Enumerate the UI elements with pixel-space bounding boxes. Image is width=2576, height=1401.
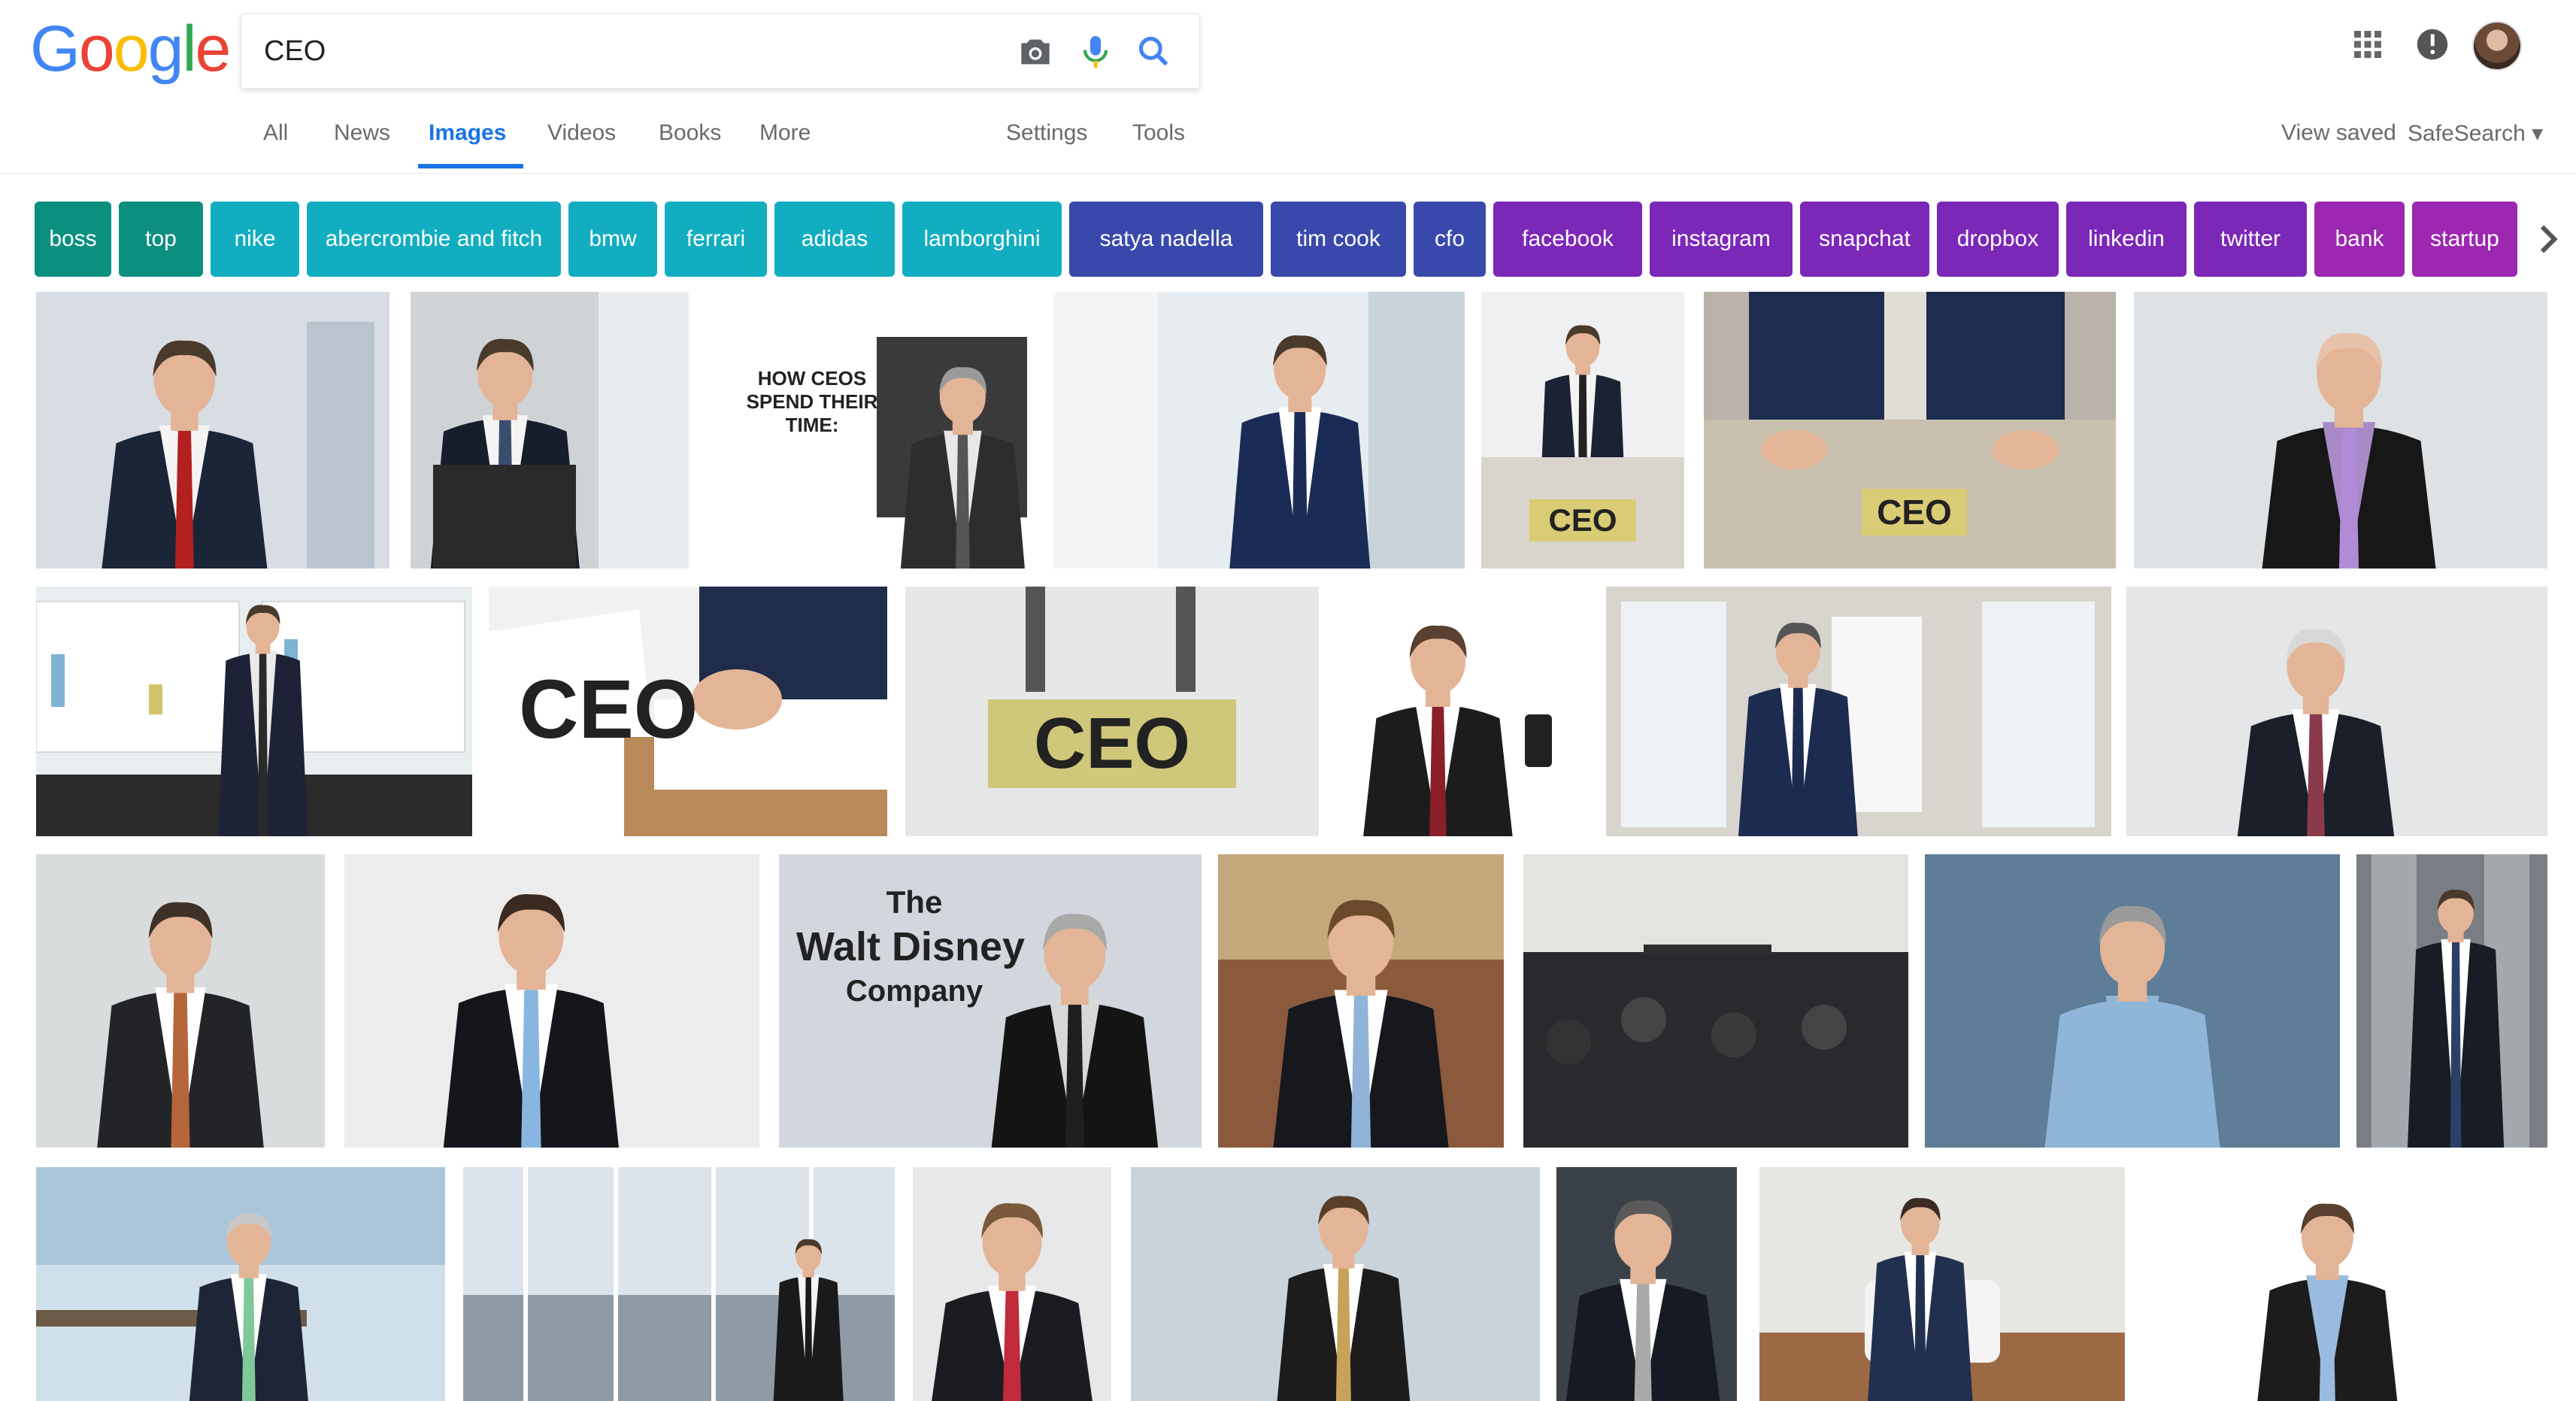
image-result[interactable] [1606, 587, 2111, 836]
logo-letter: o [113, 13, 150, 85]
related-search-chip[interactable]: ferrari [665, 202, 767, 277]
chevron-right-icon [2540, 225, 2558, 253]
related-search-chip[interactable]: linkedin [2066, 202, 2187, 277]
image-result[interactable] [1218, 854, 1504, 1148]
search-input[interactable]: CEO [264, 35, 326, 68]
related-search-chip[interactable]: dropbox [1937, 202, 2059, 277]
related-search-chip[interactable]: tim cook [1271, 202, 1406, 277]
camera-icon[interactable] [1014, 31, 1056, 73]
related-search-chip[interactable]: adidas [774, 202, 895, 277]
tools-link[interactable]: Tools [1132, 120, 1185, 146]
image-result[interactable]: The Walt Disney Company [779, 854, 1202, 1148]
tab-videos[interactable]: Videos [547, 120, 616, 146]
image-result[interactable] [344, 854, 759, 1148]
image-result[interactable] [36, 854, 325, 1148]
settings-link[interactable]: Settings [1006, 120, 1087, 146]
image-result[interactable] [1523, 854, 1908, 1148]
related-search-chip[interactable]: snapchat [1800, 202, 1929, 277]
image-result[interactable] [1053, 292, 1465, 569]
notifications-icon[interactable] [2412, 24, 2453, 65]
image-caption: HOW CEOS SPEND THEIR TIME: [746, 367, 878, 436]
image-result[interactable] [36, 292, 389, 569]
image-result[interactable] [2126, 587, 2547, 836]
image-result[interactable]: CEO [489, 587, 887, 836]
tab-news[interactable]: News [334, 120, 390, 146]
ceo-sign: CEO [1862, 489, 1967, 535]
related-search-chip[interactable]: cfo [1414, 202, 1486, 277]
tab-more[interactable]: More [759, 120, 811, 146]
ceo-sign: CEO [519, 663, 699, 756]
disney-text: Walt Disney [796, 924, 1026, 969]
logo-letter: e [195, 13, 232, 85]
chips-next-button[interactable] [2519, 202, 2576, 277]
tab-books[interactable]: Books [659, 120, 721, 146]
microphone-icon[interactable] [1074, 31, 1117, 73]
image-result[interactable] [1131, 1167, 1540, 1401]
related-search-chip[interactable]: nike [211, 202, 299, 277]
image-result[interactable] [1759, 1167, 2125, 1401]
related-search-chip[interactable]: startup [2412, 202, 2517, 277]
ceo-sign: CEO [988, 699, 1236, 788]
ceo-sign: CEO [1529, 499, 1636, 541]
related-search-chip[interactable]: bank [2314, 202, 2405, 277]
view-saved-link[interactable]: View saved [2281, 120, 2396, 146]
image-result[interactable]: CEO [1704, 292, 2116, 569]
image-result[interactable] [36, 1167, 445, 1401]
nav-divider [0, 173, 2576, 174]
image-result[interactable]: HOW CEOS SPEND THEIR TIME: [711, 292, 1042, 569]
logo-letter: l [182, 13, 196, 85]
related-search-chip[interactable]: bmw [568, 202, 657, 277]
disney-text: The [886, 884, 943, 920]
tab-all[interactable]: All [263, 120, 288, 146]
image-result[interactable] [36, 587, 472, 836]
related-search-chip[interactable]: abercrombie and fitch [307, 202, 561, 277]
related-search-chip[interactable]: twitter [2194, 202, 2307, 277]
tab-images[interactable]: Images [429, 120, 506, 146]
image-result[interactable] [913, 1167, 1111, 1401]
logo-letter: o [78, 13, 115, 85]
image-result[interactable] [1556, 1167, 1737, 1401]
related-search-chip[interactable]: lamborghini [902, 202, 1062, 277]
search-icon[interactable] [1133, 31, 1175, 73]
disney-text: Company [845, 975, 983, 1008]
image-result[interactable] [2140, 1167, 2547, 1401]
avatar[interactable] [2472, 21, 2522, 71]
image-result[interactable]: CEO [1481, 292, 1684, 569]
related-search-chip[interactable]: satya nadella [1069, 202, 1263, 277]
related-search-chip[interactable]: instagram [1650, 202, 1793, 277]
safesearch-dropdown[interactable]: SafeSearch ▾ [2408, 120, 2543, 147]
active-tab-indicator [418, 164, 523, 168]
image-result[interactable] [2134, 292, 2547, 569]
google-logo[interactable]: Google [30, 13, 232, 85]
image-result[interactable] [463, 1167, 895, 1401]
image-result[interactable] [1337, 587, 1577, 836]
related-search-chip[interactable]: top [119, 202, 203, 277]
image-result[interactable] [411, 292, 689, 569]
related-search-chip[interactable]: facebook [1493, 202, 1642, 277]
related-searches-bar: boss top nike abercrombie and fitch bmw ferra… [35, 202, 2576, 277]
image-result[interactable] [1925, 854, 2340, 1148]
logo-letter: g [147, 13, 184, 85]
image-result[interactable] [2356, 854, 2547, 1148]
apps-grid-icon[interactable] [2347, 24, 2388, 65]
related-search-chip[interactable]: boss [35, 202, 111, 277]
search-box[interactable]: CEO [241, 14, 1200, 89]
logo-letter: G [30, 13, 80, 85]
image-result[interactable]: CEO [905, 587, 1319, 836]
